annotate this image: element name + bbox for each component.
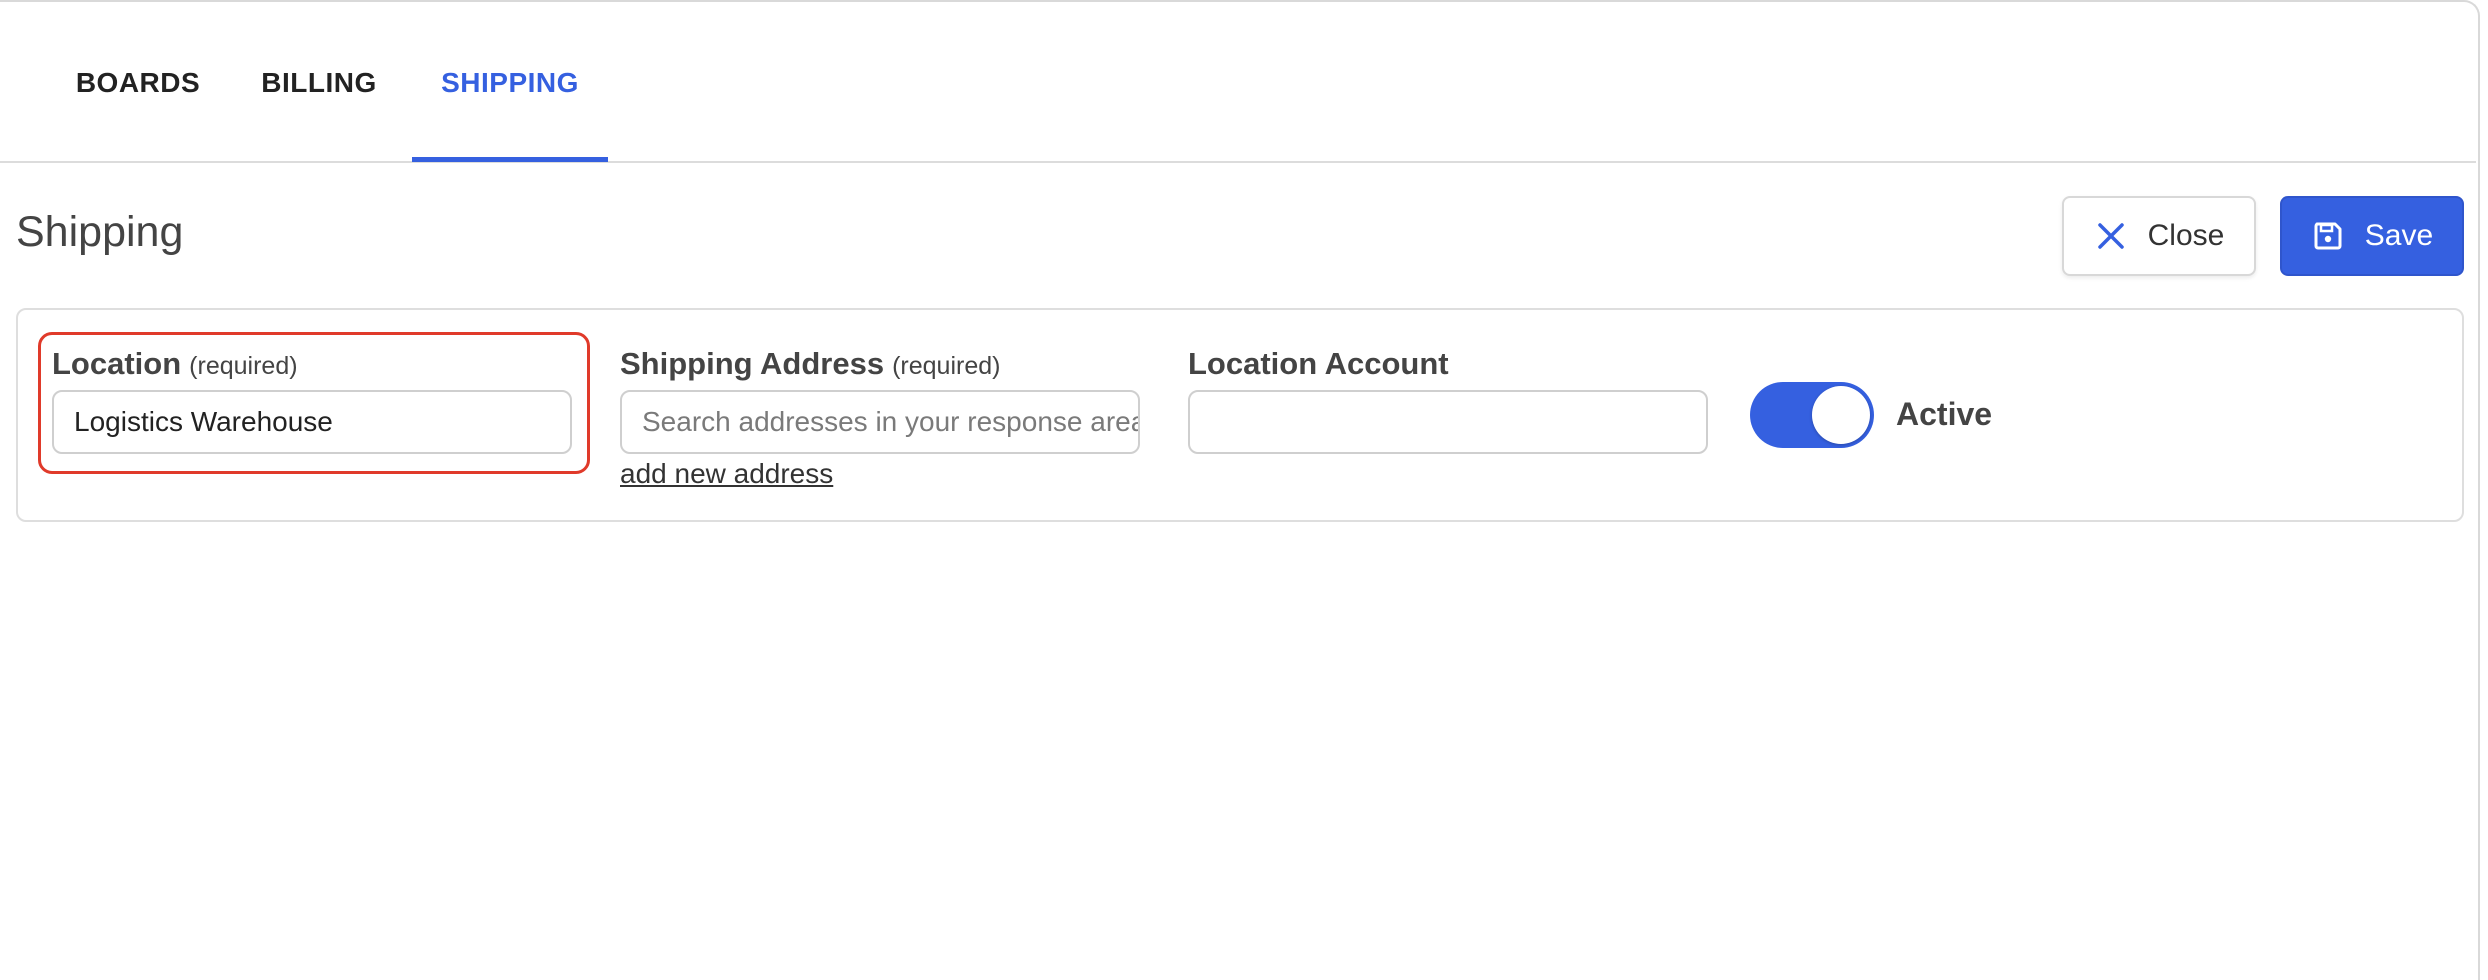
close-icon [2094,219,2128,253]
tab-shipping[interactable]: SHIPPING [412,2,608,163]
add-new-address-link[interactable]: add new address [620,458,833,490]
close-button-label: Close [2147,219,2225,252]
location-input[interactable]: Logistics Warehouse [52,390,572,454]
close-button[interactable]: Close [2062,196,2256,276]
active-toggle[interactable] [1750,382,1874,448]
active-tab-indicator [412,157,608,162]
location-required-note: (required) [189,352,298,380]
active-toggle-label: Active [1896,396,1993,432]
tab-boards[interactable]: BOARDS [48,2,228,163]
save-icon [2311,219,2345,253]
shipping-window: BOARDS BILLING SHIPPING Shipping Close S… [0,0,2480,980]
shipping-address-required-note: (required) [892,352,1001,380]
shipping-location-card: Location (required) Logistics Warehouse S… [16,308,2464,522]
location-account-label: Location Account [1188,346,1449,381]
save-button-label: Save [2364,219,2434,252]
shipping-address-label: Shipping Address (required) [620,346,1000,382]
active-toggle-knob [1812,386,1870,444]
tab-bar: BOARDS BILLING SHIPPING [0,2,2476,163]
page-title: Shipping [16,208,184,256]
shipping-address-label-text: Shipping Address [620,346,885,381]
tab-shipping-label: SHIPPING [441,66,579,98]
shipping-address-search-input[interactable]: Search addresses in your response area [620,390,1140,454]
save-button[interactable]: Save [2280,196,2464,276]
tab-billing[interactable]: BILLING [234,2,404,163]
location-label: Location (required) [52,346,298,382]
location-label-text: Location [52,346,182,381]
location-account-input[interactable] [1188,390,1708,454]
